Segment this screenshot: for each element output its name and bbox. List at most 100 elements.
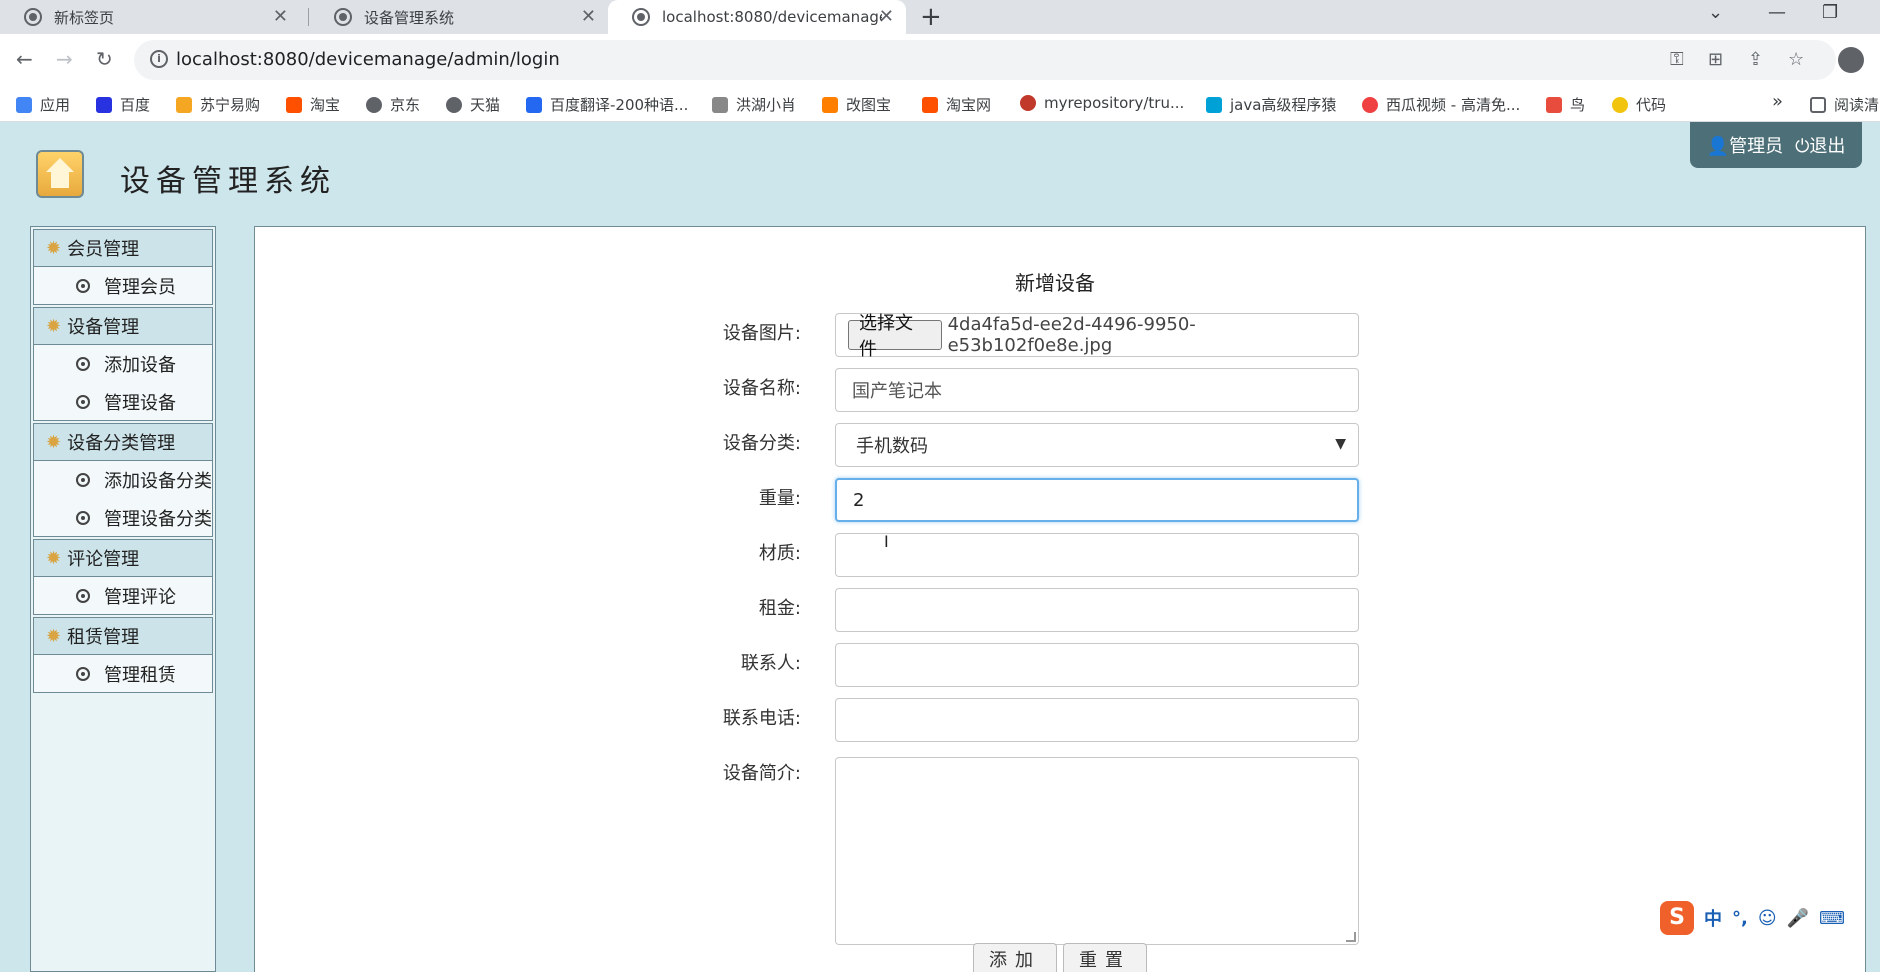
bookmark-myrepository[interactable]: myrepository/tru... <box>1020 94 1184 112</box>
resize-handle-icon[interactable] <box>1346 932 1356 942</box>
tab-device-system[interactable]: 设备管理系统 ✕ <box>310 0 608 34</box>
choose-file-button[interactable]: 选择文件 <box>848 313 942 360</box>
forward-icon[interactable]: → <box>56 47 73 71</box>
name-label: 设备名称: <box>722 378 801 399</box>
share-icon[interactable]: ⇪ <box>1748 49 1763 70</box>
sogou-logo-icon[interactable]: S <box>1660 901 1694 935</box>
sidebar-item-add-category[interactable]: 添加设备分类 <box>33 461 213 499</box>
sidebar-group-comment[interactable]: ✹ 评论管理 <box>33 539 213 577</box>
material-input[interactable] <box>835 533 1359 577</box>
minimize-icon[interactable]: — <box>1768 2 1786 23</box>
bookmark-java[interactable]: java高级程序猿 <box>1206 94 1336 115</box>
punctuation-icon[interactable]: °, <box>1732 908 1748 929</box>
tab-title: localhost:8080/devicemanage/ <box>662 8 882 26</box>
microphone-icon[interactable]: 🎤 <box>1787 908 1809 929</box>
bookmark-bird[interactable]: 鸟 <box>1546 94 1585 115</box>
tab-search-icon[interactable]: ⌄ <box>1708 2 1723 23</box>
image-icon <box>822 96 838 113</box>
close-icon[interactable]: ✕ <box>879 6 894 27</box>
bookmark-tmall[interactable]: 天猫 <box>446 94 500 115</box>
sun-icon: ✹ <box>46 315 62 337</box>
device-name-input[interactable]: 国产笔记本 <box>835 368 1359 412</box>
intro-textarea[interactable] <box>835 757 1359 945</box>
sidebar-item-add-device[interactable]: 添加设备 <box>33 345 213 383</box>
keyboard-icon[interactable]: ⌨ <box>1819 908 1845 929</box>
bookmark-baidu-translate[interactable]: 百度翻译-200种语... <box>526 94 688 115</box>
chevron-down-icon: ▼ <box>1335 436 1346 452</box>
image-file-input[interactable]: 选择文件 4da4fa5d-ee2d-4496-9950-e53b102f0e8… <box>835 313 1359 360</box>
home-icon[interactable] <box>36 150 84 198</box>
bookmark-baidu[interactable]: 百度 <box>96 94 150 115</box>
ime-toolbar: S 中 °, ☺ 🎤 ⌨ <box>1660 900 1880 936</box>
sun-icon: ✹ <box>46 431 62 453</box>
radio-dot-icon <box>76 394 90 409</box>
contact-label: 联系人: <box>740 653 801 674</box>
reset-button[interactable]: 重置 <box>1063 943 1147 972</box>
phone-input[interactable] <box>835 698 1359 742</box>
bookmark-jd[interactable]: 京东 <box>366 94 420 115</box>
sidebar-item-manage-categories[interactable]: 管理设备分类 <box>33 499 213 537</box>
bookmark-honghu[interactable]: 洪湖小肖 <box>712 94 796 115</box>
browser-tabbar: 新标签页 ✕ 设备管理系统 ✕ localhost:8080/deviceman… <box>0 0 1880 34</box>
bookmark-xigua[interactable]: 西瓜视频 - 高清免... <box>1362 94 1520 115</box>
reading-list[interactable]: 阅读清 <box>1810 94 1879 115</box>
browser-toolbar: ← → ↻ i localhost:8080/devicemanage/admi… <box>0 34 1880 86</box>
sidebar-item-manage-devices[interactable]: 管理设备 <box>33 383 213 421</box>
sidebar-group-device[interactable]: ✹ 设备管理 <box>33 307 213 345</box>
weight-label: 重量: <box>758 488 801 509</box>
sun-icon: ✹ <box>46 625 62 647</box>
user-bar: 👤管理员 ⏻退出 <box>1690 122 1862 168</box>
sidebar-item-manage-members[interactable]: 管理会员 <box>33 267 213 305</box>
category-select[interactable]: 手机数码 ▼ <box>835 423 1359 467</box>
bookmark-taobao[interactable]: 淘宝 <box>286 94 340 115</box>
more-bookmarks-button[interactable]: » <box>1772 91 1783 112</box>
tab-new-tab[interactable]: 新标签页 ✕ <box>0 0 300 34</box>
radio-dot-icon <box>76 357 90 371</box>
new-tab-icon[interactable]: + <box>920 2 942 32</box>
sidebar-group-category[interactable]: ✹ 设备分类管理 <box>33 423 213 461</box>
bird-icon <box>1546 96 1562 113</box>
admin-link[interactable]: 👤管理员 <box>1707 132 1783 158</box>
bookmark-taobao-net[interactable]: 淘宝网 <box>922 94 991 115</box>
star-icon[interactable]: ☆ <box>1788 49 1804 70</box>
url-text[interactable]: localhost:8080/devicemanage/admin/login <box>176 49 560 70</box>
material-label: 材质: <box>758 543 801 564</box>
site-info-icon[interactable]: i <box>150 50 168 68</box>
sidebar-group-rental[interactable]: ✹ 租赁管理 <box>33 617 213 655</box>
sun-icon: ✹ <box>46 237 62 259</box>
emoji-icon[interactable]: ☺ <box>1758 908 1777 929</box>
bookmark-suning[interactable]: 苏宁易购 <box>176 94 260 115</box>
close-icon[interactable]: ✕ <box>581 6 596 27</box>
globe-icon <box>446 96 462 113</box>
contact-input[interactable] <box>835 643 1359 687</box>
category-selected: 手机数码 <box>856 436 928 457</box>
bookmark-code[interactable]: 代码 <box>1612 94 1666 115</box>
globe-icon <box>366 96 382 113</box>
sun-icon: ✹ <box>46 547 62 569</box>
weight-input[interactable]: 2 <box>835 478 1359 522</box>
sidebar-group-member[interactable]: ✹ 会员管理 <box>33 229 213 267</box>
user-icon: 👤 <box>1706 136 1730 157</box>
chrome-icon <box>1020 95 1036 111</box>
sidebar-item-manage-rentals[interactable]: 管理租赁 <box>33 655 213 693</box>
back-icon[interactable]: ← <box>16 47 33 71</box>
address-bar[interactable]: i localhost:8080/devicemanage/admin/logi… <box>134 40 1836 80</box>
key-icon[interactable]: ⚿ <box>1670 49 1684 70</box>
rent-input[interactable] <box>835 588 1359 632</box>
radio-dot-icon <box>76 510 90 525</box>
restore-icon[interactable]: ❐ <box>1822 2 1838 23</box>
form-title: 新增设备 <box>1015 271 1095 295</box>
add-button[interactable]: 添加 <box>973 943 1057 972</box>
profile-avatar[interactable] <box>1838 47 1864 73</box>
bookmark-apps[interactable]: 应用 <box>16 94 70 115</box>
close-icon[interactable]: ✕ <box>273 6 288 27</box>
ime-mode[interactable]: 中 <box>1704 905 1722 931</box>
translate-icon[interactable]: ⊞ <box>1708 49 1723 70</box>
bookmark-gaitubao[interactable]: 改图宝 <box>822 94 891 115</box>
reload-icon[interactable]: ↻ <box>96 47 113 71</box>
tab-localhost[interactable]: localhost:8080/devicemanage/ ✕ <box>608 0 906 34</box>
logout-link[interactable]: ⏻退出 <box>1795 132 1845 158</box>
sidebar-item-manage-comments[interactable]: 管理评论 <box>33 577 213 615</box>
tab-title: 新标签页 <box>54 8 115 27</box>
main-content: 新增设备 设备图片: 选择文件 4da4fa5d-ee2d-4496-9950-… <box>254 226 1866 972</box>
